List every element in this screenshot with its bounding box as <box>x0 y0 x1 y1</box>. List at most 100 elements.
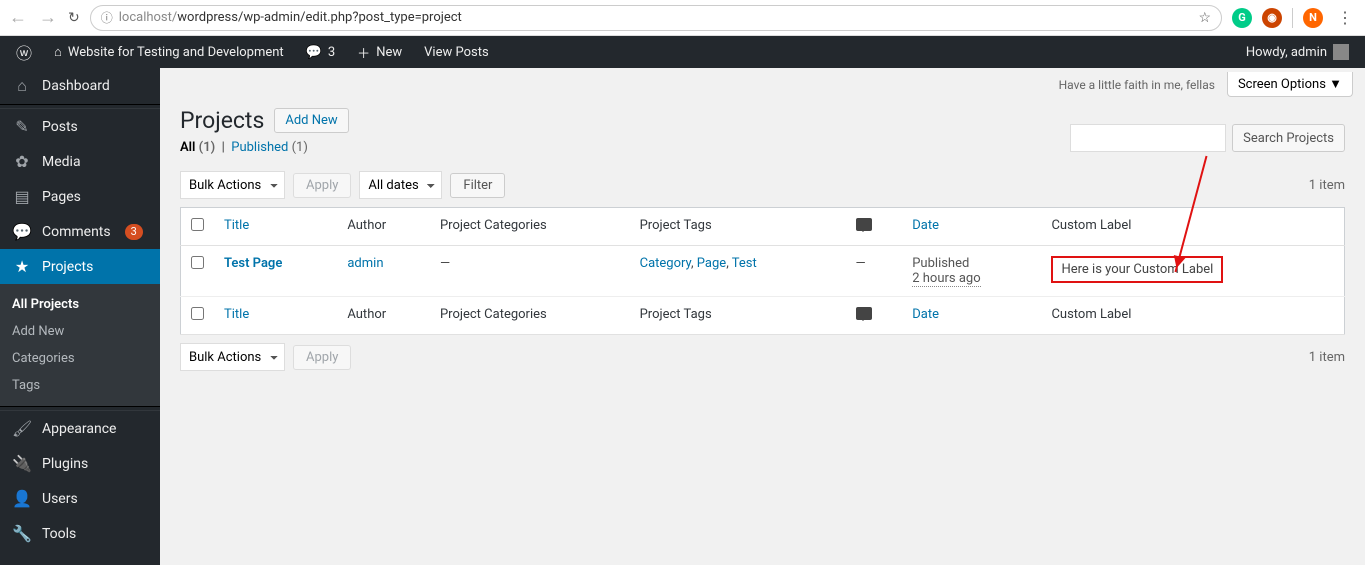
howdy-text: Howdy, admin <box>1246 45 1327 60</box>
tablenav-top: Bulk Actions Apply All dates Filter 1 it… <box>160 163 1365 207</box>
filter-button[interactable]: Filter <box>450 173 505 198</box>
user-icon: 👤 <box>12 489 32 508</box>
menu-tools[interactable]: 🔧 Tools <box>0 516 160 551</box>
submenu-add-new[interactable]: Add New <box>0 318 160 345</box>
apply-button-bottom[interactable]: Apply <box>293 345 351 370</box>
profile-icon[interactable]: N <box>1303 8 1323 28</box>
filter-published[interactable]: Published (1) <box>231 140 308 155</box>
menu-label: Pages <box>42 189 81 205</box>
submenu-tags[interactable]: Tags <box>0 372 160 399</box>
url-text: localhost/wordpress/wp-admin/edit.php?po… <box>119 10 462 25</box>
row-checkbox[interactable] <box>191 256 204 269</box>
col-author: Author <box>337 208 430 246</box>
filter-all[interactable]: All (1) <box>180 140 215 155</box>
wrench-icon: 🔧 <box>12 524 32 543</box>
badge: 3 <box>125 224 143 240</box>
col-author-foot: Author <box>337 297 430 335</box>
item-count: 1 item <box>1309 178 1345 193</box>
menu-pages[interactable]: ▤Pages <box>0 179 160 214</box>
site-link[interactable]: ⌂ Website for Testing and Development <box>46 36 292 68</box>
menu-users[interactable]: 👤Users <box>0 481 160 516</box>
extension-c-icon[interactable]: ◉ <box>1262 8 1282 28</box>
screen-options-button[interactable]: Screen Options ▼ <box>1227 72 1353 97</box>
tag-link[interactable]: Test <box>732 256 757 271</box>
extension-g-icon[interactable]: G <box>1232 8 1252 28</box>
main-content: Have a little faith in me, fellas Screen… <box>160 68 1365 565</box>
menu-dashboard[interactable]: ⌂Dashboard <box>0 68 160 104</box>
wordpress-icon: ⓦ <box>16 40 32 64</box>
plus-icon: ＋ <box>357 43 370 62</box>
row-comments: — <box>846 246 903 297</box>
search-button[interactable]: Search Projects <box>1232 124 1345 152</box>
submenu-all-projects[interactable]: All Projects <box>0 291 160 318</box>
apply-button[interactable]: Apply <box>293 173 351 198</box>
select-all-checkbox-bottom[interactable] <box>191 307 204 320</box>
bookmark-icon[interactable]: ☆ <box>1198 10 1211 26</box>
row-title-link[interactable]: Test Page <box>224 256 282 271</box>
back-icon[interactable]: ← <box>8 7 28 28</box>
comments-count: 3 <box>328 45 335 60</box>
col-date[interactable]: Date <box>912 218 939 233</box>
projects-table: Title Author Project Categories Project … <box>180 207 1345 335</box>
admin-sidebar: ⌂Dashboard ✎Posts ✿Media ▤Pages 💬Comment… <box>0 68 160 565</box>
tag-link[interactable]: Category <box>640 256 691 271</box>
search-input[interactable] <box>1070 124 1226 152</box>
menu-label: Appearance <box>42 421 116 437</box>
menu-plugins[interactable]: 🔌 Plugins <box>0 446 160 481</box>
col-title[interactable]: Title <box>224 218 249 233</box>
menu-label: Media <box>42 154 81 170</box>
row-author-link[interactable]: admin <box>347 256 383 271</box>
bulk-actions-select[interactable]: Bulk Actions <box>180 171 285 199</box>
pin-icon: ✎ <box>12 117 32 136</box>
menu-media[interactable]: ✿ Media <box>0 144 160 179</box>
menu-label: Dashboard <box>42 78 110 94</box>
comment-icon[interactable] <box>856 218 872 231</box>
browser-menu-icon[interactable]: ⋮ <box>1333 8 1357 27</box>
star-icon: ★ <box>12 257 32 276</box>
reload-icon[interactable]: ↻ <box>68 10 80 26</box>
adminbar-new[interactable]: ＋ New <box>349 36 410 68</box>
info-icon: ⓘ <box>101 9 113 26</box>
comment-icon[interactable] <box>856 307 872 320</box>
menu-comments[interactable]: 💬Comments3 <box>0 214 160 249</box>
address-bar[interactable]: ⓘ localhost/wordpress/wp-admin/edit.php?… <box>90 5 1222 31</box>
col-custom-label-foot: Custom Label <box>1041 297 1344 335</box>
browser-toolbar: ← → ↻ ⓘ localhost/wordpress/wp-admin/edi… <box>0 0 1365 36</box>
custom-label-value: Here is your Custom Label <box>1051 256 1223 283</box>
adminbar-account[interactable]: Howdy, admin <box>1238 36 1357 68</box>
forward-icon[interactable]: → <box>38 7 58 28</box>
home-icon: ⌂ <box>54 44 62 60</box>
menu-label: Plugins <box>42 456 88 472</box>
row-categories: — <box>430 246 630 297</box>
adminbar-view-posts[interactable]: View Posts <box>416 36 497 68</box>
avatar-icon <box>1333 44 1349 60</box>
divider <box>1292 8 1293 28</box>
add-new-button[interactable]: Add New <box>274 108 348 133</box>
tag-link[interactable]: Page <box>697 256 726 271</box>
menu-label: Tools <box>42 526 76 542</box>
dates-select[interactable]: All dates <box>359 171 442 199</box>
adminbar-comments[interactable]: 💬3 <box>298 36 344 68</box>
select-all-checkbox[interactable] <box>191 218 204 231</box>
row-tags: Category, Page, Test <box>630 246 846 297</box>
new-label: New <box>376 45 402 60</box>
menu-appearance[interactable]: 🖌 Appearance <box>0 411 160 446</box>
media-icon: ✿ <box>12 152 32 171</box>
tablenav-bottom: Bulk Actions Apply 1 item <box>160 335 1365 379</box>
menu-projects[interactable]: ★Projects <box>0 249 160 284</box>
col-categories-foot: Project Categories <box>430 297 630 335</box>
col-categories: Project Categories <box>430 208 630 246</box>
submenu-projects: All Projects Add New Categories Tags <box>0 284 160 406</box>
submenu-categories[interactable]: Categories <box>0 345 160 372</box>
brush-icon: 🖌 <box>12 419 32 438</box>
wp-logo[interactable]: ⓦ <box>8 36 40 68</box>
bulk-actions-select-bottom[interactable]: Bulk Actions <box>180 343 285 371</box>
table-row: Test Page admin — Category, Page, Test —… <box>181 246 1345 297</box>
col-date-foot[interactable]: Date <box>912 307 939 322</box>
site-name: Website for Testing and Development <box>68 45 284 60</box>
menu-posts[interactable]: ✎Posts <box>0 109 160 144</box>
col-title-foot[interactable]: Title <box>224 307 249 322</box>
plug-icon: 🔌 <box>12 454 32 473</box>
menu-label: Comments <box>42 224 111 240</box>
wp-adminbar: ⓦ ⌂ Website for Testing and Development 💬… <box>0 36 1365 68</box>
